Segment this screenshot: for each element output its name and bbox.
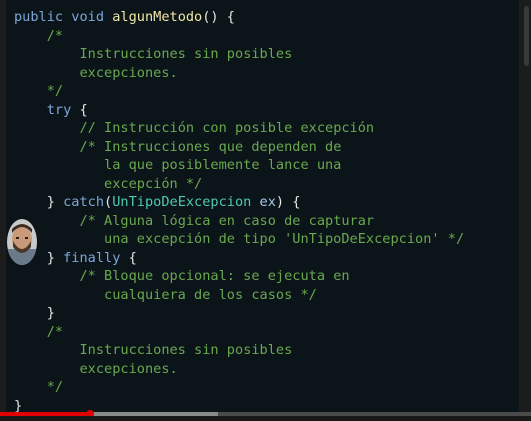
presenter-avatar [7, 219, 37, 265]
code-line: // Instrucción con posible excepción [14, 119, 464, 138]
code-block: public void algunMetodo() { /* Instrucci… [14, 8, 464, 412]
code-line: una excepción de tipo 'UnTipoDeExcepcion… [14, 230, 464, 249]
code-token: /* Alguna lógica en caso de capturar [79, 212, 375, 229]
code-token: excepciones. [14, 64, 178, 81]
code-token: cualquiera de los casos */ [14, 286, 317, 303]
code-line: } catch(UnTipoDeExcepcion ex) { [14, 193, 464, 212]
code-token: Instrucciones sin posibles [14, 342, 293, 358]
code-token: { [120, 249, 137, 266]
code-token: } [14, 305, 55, 321]
code-line: excepción */ [14, 175, 464, 194]
presenter-face-icon [7, 219, 37, 265]
code-line: excepciones. [14, 64, 464, 83]
code-token: Instrucciones sin posibles [14, 46, 293, 62]
code-token: la que posiblemente lance una [14, 157, 342, 173]
code-line: excepciones. [14, 360, 464, 379]
code-line: /* Alguna lógica en caso de capturar [14, 212, 464, 231]
code-line: /* [14, 27, 464, 46]
code-token: */ [46, 379, 64, 395]
code-token: /* Bloque opcional: se ejecuta en [79, 268, 350, 284]
code-token: /* [46, 27, 64, 44]
code-line: /* Bloque opcional: se ejecuta en [14, 267, 464, 286]
code-line: /* [14, 323, 464, 342]
code-token: /* [46, 323, 64, 340]
code-token: () { [202, 9, 235, 25]
code-token: excepción */ [14, 175, 203, 192]
code-line: } [14, 397, 464, 413]
code-token: ( [104, 194, 113, 210]
code-token: { [71, 101, 88, 118]
code-token: try [46, 101, 72, 118]
code-token: } [14, 397, 23, 413]
code-line: la que posiblemente lance una [14, 156, 464, 175]
code-token: ) { [275, 194, 301, 210]
code-token: ex [259, 194, 276, 210]
code-line: */ [14, 378, 464, 397]
scrollbar-thumb[interactable] [524, 6, 529, 66]
code-line: cualquiera de los casos */ [14, 286, 464, 305]
code-token: } [14, 194, 64, 210]
code-line: Instrucciones sin posibles [14, 341, 464, 360]
code-token: excepciones. [14, 360, 178, 377]
code-line: public void algunMetodo() { [14, 8, 464, 27]
code-token: public [14, 9, 72, 25]
code-token: // Instrucción con posible excepción [79, 120, 375, 136]
code-token: */ [46, 83, 64, 99]
code-token: catch [63, 194, 105, 210]
code-token: una excepción de tipo 'UnTipoDeExcepcion… [14, 231, 465, 247]
code-line: /* Instrucciones que dependen de [14, 138, 464, 157]
code-token: /* Instrucciones que dependen de [79, 138, 342, 155]
code-line: try { [14, 101, 464, 120]
code-line: } [14, 304, 464, 323]
vertical-scrollbar[interactable] [519, 0, 531, 412]
code-line: Instrucciones sin posibles [14, 45, 464, 64]
code-token: void [71, 9, 113, 25]
code-line: } finally { [14, 249, 464, 268]
code-token: algunMetodo [112, 9, 203, 25]
code-token: UnTipoDeExcepcion [112, 194, 252, 210]
code-line: */ [14, 82, 464, 101]
code-token: finally [63, 249, 121, 266]
code-editor: public void algunMetodo() { /* Instrucci… [6, 0, 519, 412]
bottom-edge [0, 416, 531, 421]
